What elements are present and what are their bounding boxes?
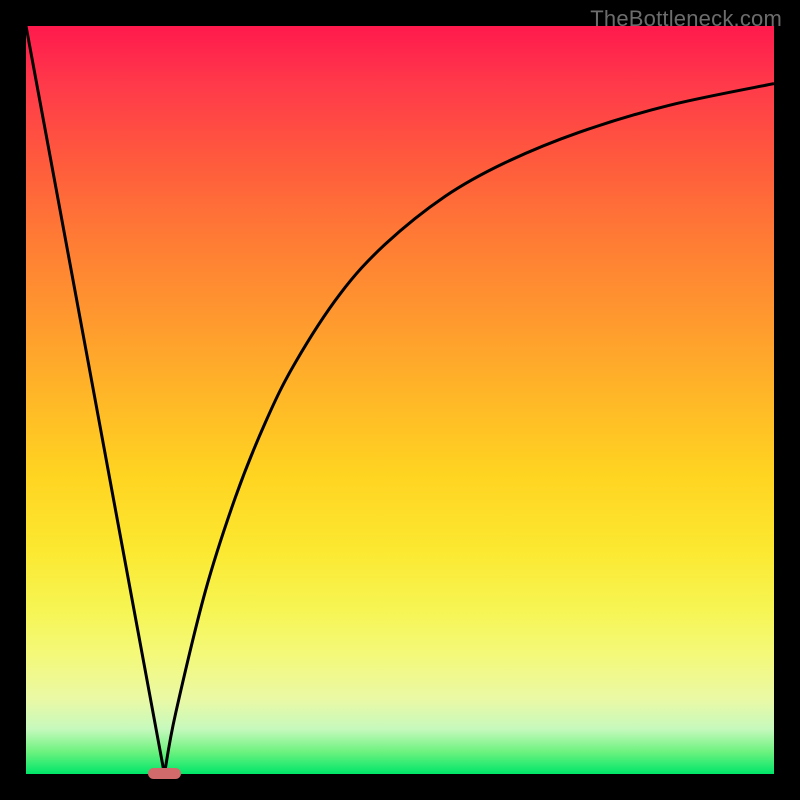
chart-frame: TheBottleneck.com bbox=[0, 0, 800, 800]
curve-right-branch bbox=[164, 84, 774, 774]
optimum-marker bbox=[148, 768, 182, 779]
plot-area bbox=[26, 26, 774, 774]
watermark-text: TheBottleneck.com bbox=[590, 6, 782, 32]
bottleneck-curve bbox=[26, 26, 774, 774]
curve-left-branch bbox=[26, 26, 164, 774]
